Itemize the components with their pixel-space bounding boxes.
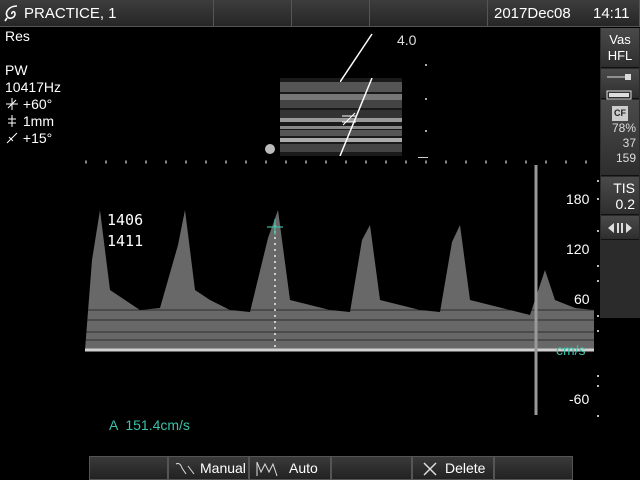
hr-value-1: 1406: [107, 211, 144, 229]
time-text: 14:11: [593, 5, 630, 22]
cf-value-1: 37: [622, 136, 636, 150]
steer-icon: [6, 132, 18, 144]
delete-x-icon: [423, 462, 437, 476]
tis-value: 0.2: [615, 196, 635, 212]
gate-row: 1mm: [5, 113, 61, 130]
tick-60: 60: [574, 291, 590, 307]
cf-status[interactable]: CF 78% 37 159: [601, 100, 639, 176]
prf-value: 10417Hz: [5, 79, 62, 95]
tick-neg60: -60: [569, 391, 590, 407]
top-bar-empty-3[interactable]: [370, 0, 488, 27]
tick-180: 180: [566, 191, 590, 207]
tick-120: 120: [566, 241, 590, 257]
preset-button[interactable]: Vas HFL: [601, 28, 639, 68]
mode-pw: PW: [5, 62, 28, 78]
cf-value-2: 159: [615, 151, 636, 165]
depth-dots: [425, 40, 429, 160]
steer-row: +15°: [5, 130, 61, 147]
top-bar: PRACTICE, 1 2017Dec08 14:11: [0, 0, 640, 28]
delete-button[interactable]: Delete: [412, 456, 494, 480]
preset-line1: Vas: [609, 32, 631, 47]
mode-res: Res: [5, 28, 30, 44]
steer-value: +15°: [22, 130, 53, 146]
top-bar-empty-2[interactable]: [292, 0, 370, 27]
date-text: 2017Dec08: [494, 5, 571, 22]
tis-label: TIS: [613, 180, 635, 196]
hr-value-2: 1411: [107, 232, 144, 250]
manual-trace-icon: [175, 463, 195, 475]
auto-trace-button[interactable]: Auto: [249, 456, 331, 480]
top-bar-empty-1[interactable]: [214, 0, 292, 27]
steer-line: [340, 33, 373, 82]
softkey-empty-3[interactable]: [494, 456, 573, 480]
doppler-spectrum[interactable]: [0, 150, 600, 460]
tis-display: TIS 0.2: [601, 177, 639, 215]
spectrum-waveform: [85, 210, 594, 350]
measurement-result: A 151.4cm/s: [109, 417, 190, 433]
gain-value: 78%: [611, 121, 636, 135]
cine-play-icon: [608, 223, 632, 233]
unit-label: cm/s: [556, 342, 586, 358]
right-panel: Vas HFL CF 78% 37 159 TIS 0.2: [600, 28, 640, 318]
scale-dots: [597, 180, 599, 417]
auto-label: Auto: [289, 460, 318, 476]
plug-icon: [607, 74, 631, 80]
manual-label: Manual: [200, 460, 246, 476]
gate-value: 1mm: [22, 113, 55, 129]
manual-trace-button[interactable]: Manual: [168, 456, 249, 480]
softkey-empty-2[interactable]: [331, 456, 412, 480]
softkey-empty-1[interactable]: [89, 456, 168, 480]
sample-gate-icon[interactable]: [341, 112, 359, 126]
auto-trace-icon: [256, 461, 278, 477]
delete-label: Delete: [445, 460, 486, 476]
angle-row: +60°: [5, 96, 61, 113]
softkey-bar: Manual Auto Delete: [0, 456, 640, 480]
exam-label: PRACTICE, 1: [24, 5, 117, 22]
exam-cell: PRACTICE, 1: [0, 0, 214, 27]
gate-size-icon: [8, 115, 16, 127]
logo-icon: [4, 5, 18, 22]
depth-label: 4.0: [397, 32, 417, 48]
battery-icon: [606, 90, 632, 100]
preset-line2: HFL: [607, 48, 633, 63]
cine-control[interactable]: [601, 216, 639, 240]
angle-correct-icon: [6, 98, 18, 110]
datetime-cell: 2017Dec08 14:11: [488, 0, 640, 27]
doppler-info: Res PW 10417Hz +60° 1mm +15°: [5, 28, 61, 147]
power-status: [601, 69, 639, 100]
angle-value: +60°: [22, 96, 53, 112]
cf-badge-icon: CF: [612, 106, 628, 121]
